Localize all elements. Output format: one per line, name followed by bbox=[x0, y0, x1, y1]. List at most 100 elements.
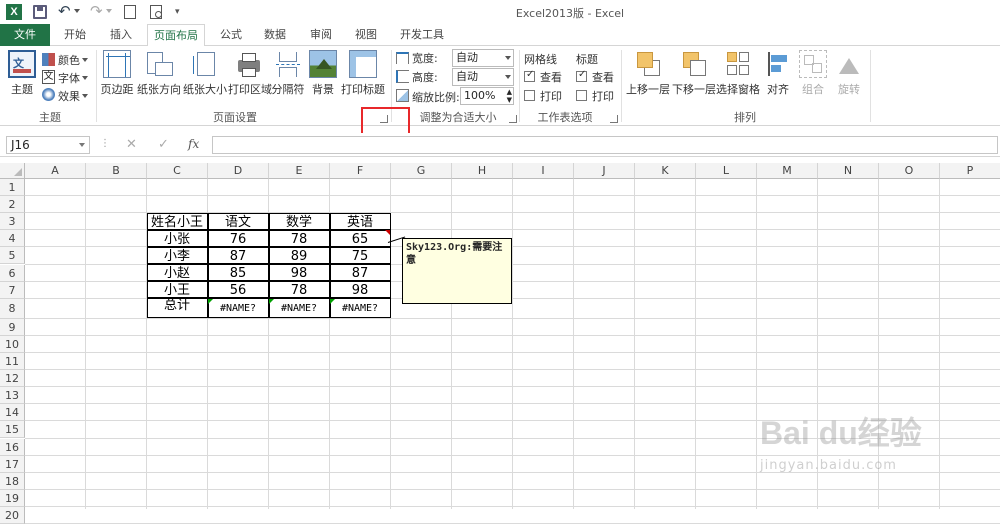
themes-button[interactable]: 文 主题 bbox=[6, 50, 38, 97]
row-header-15[interactable]: 15 bbox=[0, 421, 25, 439]
column-header-K[interactable]: K bbox=[635, 163, 696, 179]
table-cell[interactable]: 小李 bbox=[146, 246, 208, 264]
row-header-6[interactable]: 6 bbox=[0, 264, 25, 282]
selection-pane-button[interactable]: 选择窗格 bbox=[716, 50, 760, 97]
gridlines-view-checkbox[interactable]: ✓ bbox=[524, 69, 535, 82]
table-cell[interactable]: 85 bbox=[207, 264, 269, 282]
tab-data[interactable]: 数据 bbox=[260, 24, 290, 46]
table-cell[interactable]: 78 bbox=[268, 281, 330, 299]
comment-box[interactable]: Sky123.Org:需要注意 bbox=[402, 238, 512, 304]
redo-dropdown-icon[interactable] bbox=[106, 9, 112, 13]
table-header-cell[interactable]: 英语 bbox=[329, 212, 391, 230]
row-header-10[interactable]: 10 bbox=[0, 335, 25, 353]
scale-launcher-icon[interactable] bbox=[509, 115, 517, 123]
tab-review[interactable]: 审阅 bbox=[306, 24, 336, 46]
row-header-5[interactable]: 5 bbox=[0, 247, 25, 265]
table-header-cell[interactable]: 数学 bbox=[268, 212, 330, 230]
row-header-2[interactable]: 2 bbox=[0, 196, 25, 214]
row-header-1[interactable]: 1 bbox=[0, 179, 25, 197]
table-header-cell[interactable]: 姓名小王 bbox=[146, 212, 208, 230]
height-select[interactable]: 自动 bbox=[452, 68, 514, 86]
column-header-E[interactable]: E bbox=[269, 163, 330, 179]
column-header-C[interactable]: C bbox=[147, 163, 208, 179]
table-cell[interactable]: 56 bbox=[207, 281, 269, 299]
column-header-F[interactable]: F bbox=[330, 163, 391, 179]
spinner-up-icon[interactable]: ▲ bbox=[507, 88, 512, 96]
row-header-14[interactable]: 14 bbox=[0, 404, 25, 422]
row-header-17[interactable]: 17 bbox=[0, 455, 25, 473]
redo-icon[interactable]: ↷ bbox=[90, 2, 103, 20]
error-indicator-icon[interactable] bbox=[330, 298, 335, 304]
insert-function-button[interactable]: fx bbox=[188, 137, 199, 151]
tab-developer[interactable]: 开发工具 bbox=[397, 24, 447, 46]
table-cell[interactable]: 76 bbox=[207, 229, 269, 247]
row-header-9[interactable]: 9 bbox=[0, 318, 25, 336]
breaks-button[interactable]: 分隔符 bbox=[270, 50, 306, 97]
error-indicator-icon[interactable] bbox=[208, 298, 213, 304]
row-header-19[interactable]: 19 bbox=[0, 489, 25, 507]
table-cell[interactable]: 小张 bbox=[146, 229, 208, 247]
table-cell[interactable]: 小王 bbox=[146, 281, 208, 299]
row-header-18[interactable]: 18 bbox=[0, 472, 25, 490]
column-header-I[interactable]: I bbox=[513, 163, 574, 179]
size-button[interactable]: 纸张大小 bbox=[183, 50, 227, 97]
tab-view[interactable]: 视图 bbox=[351, 24, 381, 46]
tab-file[interactable]: 文件 bbox=[0, 24, 50, 46]
table-cell[interactable]: #NAME? bbox=[268, 298, 330, 319]
column-header-N[interactable]: N bbox=[818, 163, 879, 179]
column-header-B[interactable]: B bbox=[86, 163, 147, 179]
table-cell[interactable]: #NAME? bbox=[329, 298, 391, 319]
error-indicator-icon[interactable] bbox=[269, 298, 274, 304]
splitter-icon[interactable]: ⋮ bbox=[100, 138, 110, 149]
row-header-8[interactable]: 8 bbox=[0, 298, 25, 319]
column-header-J[interactable]: J bbox=[574, 163, 635, 179]
new-document-icon[interactable] bbox=[124, 5, 136, 19]
headings-view-checkbox[interactable]: ✓ bbox=[576, 69, 587, 82]
row-header-16[interactable]: 16 bbox=[0, 438, 25, 456]
print-area-button[interactable]: 打印区域 bbox=[228, 50, 272, 97]
row-header-4[interactable]: 4 bbox=[0, 230, 25, 248]
table-cell[interactable]: 89 bbox=[268, 246, 330, 264]
column-header-A[interactable]: A bbox=[25, 163, 86, 179]
fonts-button[interactable]: 文 字体 bbox=[42, 70, 88, 86]
table-header-cell[interactable]: 语文 bbox=[207, 212, 269, 230]
gridlines-print-checkbox[interactable] bbox=[524, 90, 535, 101]
send-backward-button[interactable]: 下移一层 bbox=[672, 50, 716, 97]
colors-button[interactable]: 颜色 bbox=[42, 52, 88, 68]
table-cell[interactable]: 98 bbox=[268, 264, 330, 282]
table-cell[interactable]: 87 bbox=[207, 246, 269, 264]
print-titles-button[interactable]: 打印标题 bbox=[340, 50, 386, 97]
table-cell[interactable]: 65 bbox=[329, 229, 391, 247]
column-header-L[interactable]: L bbox=[696, 163, 757, 179]
align-button[interactable]: 对齐 bbox=[763, 50, 793, 97]
background-button[interactable]: 背景 bbox=[308, 50, 338, 97]
enter-icon[interactable]: ✓ bbox=[158, 137, 169, 152]
row-header-12[interactable]: 12 bbox=[0, 370, 25, 388]
column-header-O[interactable]: O bbox=[879, 163, 940, 179]
tab-home[interactable]: 开始 bbox=[58, 24, 92, 46]
column-header-H[interactable]: H bbox=[452, 163, 513, 179]
undo-dropdown-icon[interactable] bbox=[74, 9, 80, 13]
sheet-options-launcher-icon[interactable] bbox=[610, 115, 618, 123]
headings-print-checkbox[interactable] bbox=[576, 90, 587, 101]
table-cell[interactable]: 小赵 bbox=[146, 264, 208, 282]
bring-forward-button[interactable]: 上移一层 bbox=[626, 50, 670, 97]
formula-input[interactable] bbox=[212, 136, 998, 154]
undo-icon[interactable]: ↶ bbox=[58, 2, 71, 20]
row-header-13[interactable]: 13 bbox=[0, 387, 25, 405]
name-box[interactable]: J16 bbox=[6, 136, 90, 154]
rotate-button[interactable]: 旋转 bbox=[834, 50, 864, 97]
row-header-3[interactable]: 3 bbox=[0, 213, 25, 231]
group-button[interactable]: 组合 bbox=[798, 50, 828, 97]
table-cell[interactable]: 75 bbox=[329, 246, 391, 264]
width-select[interactable]: 自动 bbox=[452, 49, 514, 67]
table-cell[interactable]: 总计 bbox=[146, 298, 208, 319]
save-icon[interactable] bbox=[33, 5, 47, 19]
row-header-11[interactable]: 11 bbox=[0, 353, 25, 371]
column-header-D[interactable]: D bbox=[208, 163, 269, 179]
select-all-corner[interactable] bbox=[0, 163, 25, 179]
print-preview-icon[interactable] bbox=[150, 5, 162, 19]
cancel-icon[interactable]: ✕ bbox=[126, 137, 137, 152]
table-cell[interactable]: #NAME? bbox=[207, 298, 269, 319]
row-header-20[interactable]: 20 bbox=[0, 506, 25, 524]
